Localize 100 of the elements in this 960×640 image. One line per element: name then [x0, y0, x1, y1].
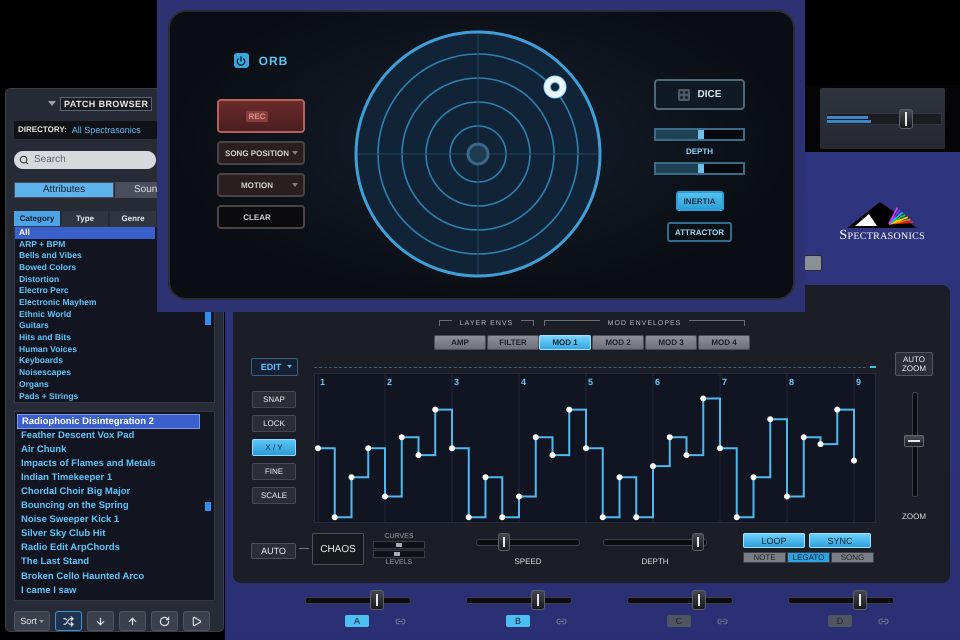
envelope-tab[interactable]: MOD 4	[698, 335, 750, 350]
view-tab[interactable]: Attributes	[14, 182, 114, 198]
category-item[interactable]: Noisescapes	[15, 367, 155, 379]
patch-item[interactable]: Silver Sky Club Hit	[17, 527, 200, 542]
patch-item[interactable]: Radio Edit ArpChords	[17, 541, 200, 556]
down-button[interactable]	[87, 611, 114, 631]
depth-slider[interactable]	[654, 128, 745, 141]
macro-label[interactable]: B	[506, 615, 530, 627]
patch-item[interactable]: I came I saw	[17, 584, 200, 598]
category-item[interactable]: Electro Perc	[15, 285, 155, 298]
attribute-tab[interactable]: Genre	[110, 210, 156, 226]
dropdown-button[interactable]: MOTION	[217, 173, 305, 197]
patch-item[interactable]: Indian Timekeeper 1	[17, 470, 200, 485]
levels-slider[interactable]	[373, 550, 425, 558]
step-curve[interactable]	[315, 396, 857, 520]
category-item[interactable]: Pads + Strings	[15, 390, 155, 402]
patch-item[interactable]: Bouncing on the Spring	[17, 499, 200, 514]
play-button[interactable]	[183, 611, 210, 631]
speed-slider[interactable]	[476, 533, 580, 551]
slider-thumb[interactable]	[394, 552, 400, 556]
sort-button[interactable]: Sort	[14, 611, 50, 631]
fader-thumb[interactable]	[899, 108, 914, 128]
envelope-tab[interactable]: AMP	[434, 335, 486, 350]
slider-thumb[interactable]	[698, 164, 704, 173]
patch-item[interactable]: Radiophonic Disintegration 2	[17, 414, 200, 429]
sync-button[interactable]: SYNC	[809, 533, 871, 548]
toggle-button[interactable]: INERTIA	[676, 191, 724, 211]
envelope-tab[interactable]: FILTER	[487, 335, 539, 350]
slider-thumb[interactable]	[531, 590, 546, 610]
category-item[interactable]: Electronic Mayhem	[15, 297, 155, 309]
tool-button[interactable]: LOCK	[252, 415, 296, 432]
category-item[interactable]: Hits and Bits	[15, 332, 155, 344]
category-item[interactable]: Organs	[15, 378, 155, 391]
category-item[interactable]: Distortion	[15, 274, 155, 286]
macro-slider[interactable]	[788, 590, 894, 610]
category-item[interactable]: Bells and Vibes	[15, 250, 155, 262]
category-item[interactable]: ARP + BPM	[15, 238, 155, 250]
zoom-slider[interactable]	[904, 392, 924, 497]
edit-dropdown[interactable]: EDIT	[250, 358, 298, 376]
directory-value[interactable]: All Spectrasonics	[72, 124, 141, 135]
slider-thumb[interactable]	[692, 533, 704, 551]
patch-item[interactable]: Feather Descent Vox Pad	[17, 428, 200, 443]
attribute-tab[interactable]: Category	[14, 210, 60, 226]
search-field[interactable]: Search	[14, 150, 156, 169]
slider-thumb[interactable]	[904, 434, 924, 447]
toggle-button[interactable]: ATTRACTOR	[666, 222, 732, 242]
macro-label[interactable]: A	[345, 615, 369, 627]
chaos-button[interactable]: CHAOS	[312, 533, 364, 565]
category-item[interactable]: All	[15, 226, 155, 239]
shuffle-button[interactable]	[55, 611, 82, 631]
envelope-tab[interactable]: MOD 2	[592, 335, 644, 350]
depth-slider[interactable]	[603, 533, 707, 551]
dropdown-button[interactable]: SONG POSITION	[217, 141, 305, 165]
patch-item[interactable]: The Last Stand	[17, 555, 200, 570]
slider-thumb[interactable]	[370, 590, 384, 610]
mode-button[interactable]: LEGATO	[787, 552, 830, 563]
category-item[interactable]: Ethnic World	[15, 308, 155, 320]
macro-slider[interactable]	[627, 590, 733, 610]
patch-item[interactable]: Broken Cello Haunted Arco	[17, 570, 200, 584]
category-item[interactable]: Guitars	[15, 320, 155, 332]
tool-button[interactable]: X / Y	[252, 439, 296, 456]
slider-thumb[interactable]	[692, 590, 706, 610]
view-tab[interactable]: Soun	[115, 182, 157, 198]
tool-button[interactable]: FINE	[252, 463, 296, 480]
scrollbar-thumb[interactable]	[205, 502, 211, 512]
clear-button[interactable]: CLEAR	[217, 205, 305, 229]
envelope-tab[interactable]: MOD 1	[539, 335, 591, 350]
patch-item[interactable]: Noise Sweeper Kick 1	[17, 513, 200, 528]
dice-button[interactable]: DICE	[654, 79, 745, 110]
mode-button[interactable]: NOTE	[743, 552, 786, 563]
patch-item[interactable]: Impacts of Flames and Metals	[17, 456, 200, 471]
category-item[interactable]: Human Voices	[15, 344, 155, 356]
slider-thumb[interactable]	[498, 533, 510, 551]
patch-item[interactable]: Air Chunk	[17, 442, 200, 457]
power-button[interactable]	[234, 53, 249, 68]
mode-button[interactable]: SONG	[831, 552, 874, 563]
auto-button[interactable]: AUTO	[251, 543, 296, 559]
tool-button[interactable]: SCALE	[252, 487, 296, 504]
envelope-tab[interactable]: MOD 3	[645, 335, 697, 350]
refresh-button[interactable]	[151, 611, 178, 631]
category-item[interactable]: Keyboards	[15, 355, 155, 368]
collapse-icon[interactable]	[48, 101, 56, 106]
depth-slider[interactable]	[654, 162, 745, 175]
panel-button[interactable]	[804, 255, 822, 271]
tool-button[interactable]: SNAP	[252, 391, 296, 408]
patch-item[interactable]: Chordal Choir Big Major	[17, 484, 200, 500]
loop-button[interactable]: LOOP	[743, 533, 805, 548]
up-button[interactable]	[119, 611, 146, 631]
envelope-graph[interactable]: 1 2 3 4 5 6 7 8 9	[314, 373, 876, 523]
slider-thumb[interactable]	[698, 130, 704, 139]
master-fader[interactable]	[826, 108, 942, 128]
macro-slider[interactable]	[466, 590, 572, 610]
attribute-tab[interactable]: Type	[62, 210, 108, 226]
macro-slider[interactable]	[305, 590, 411, 610]
slider-thumb[interactable]	[396, 543, 402, 547]
curves-slider[interactable]	[373, 541, 425, 549]
orb-handle[interactable]	[544, 76, 566, 98]
slider-thumb[interactable]	[853, 590, 868, 610]
auto-zoom-button[interactable]: AUTO ZOOM	[895, 352, 933, 376]
category-item[interactable]: Bowed Colors	[15, 262, 155, 274]
